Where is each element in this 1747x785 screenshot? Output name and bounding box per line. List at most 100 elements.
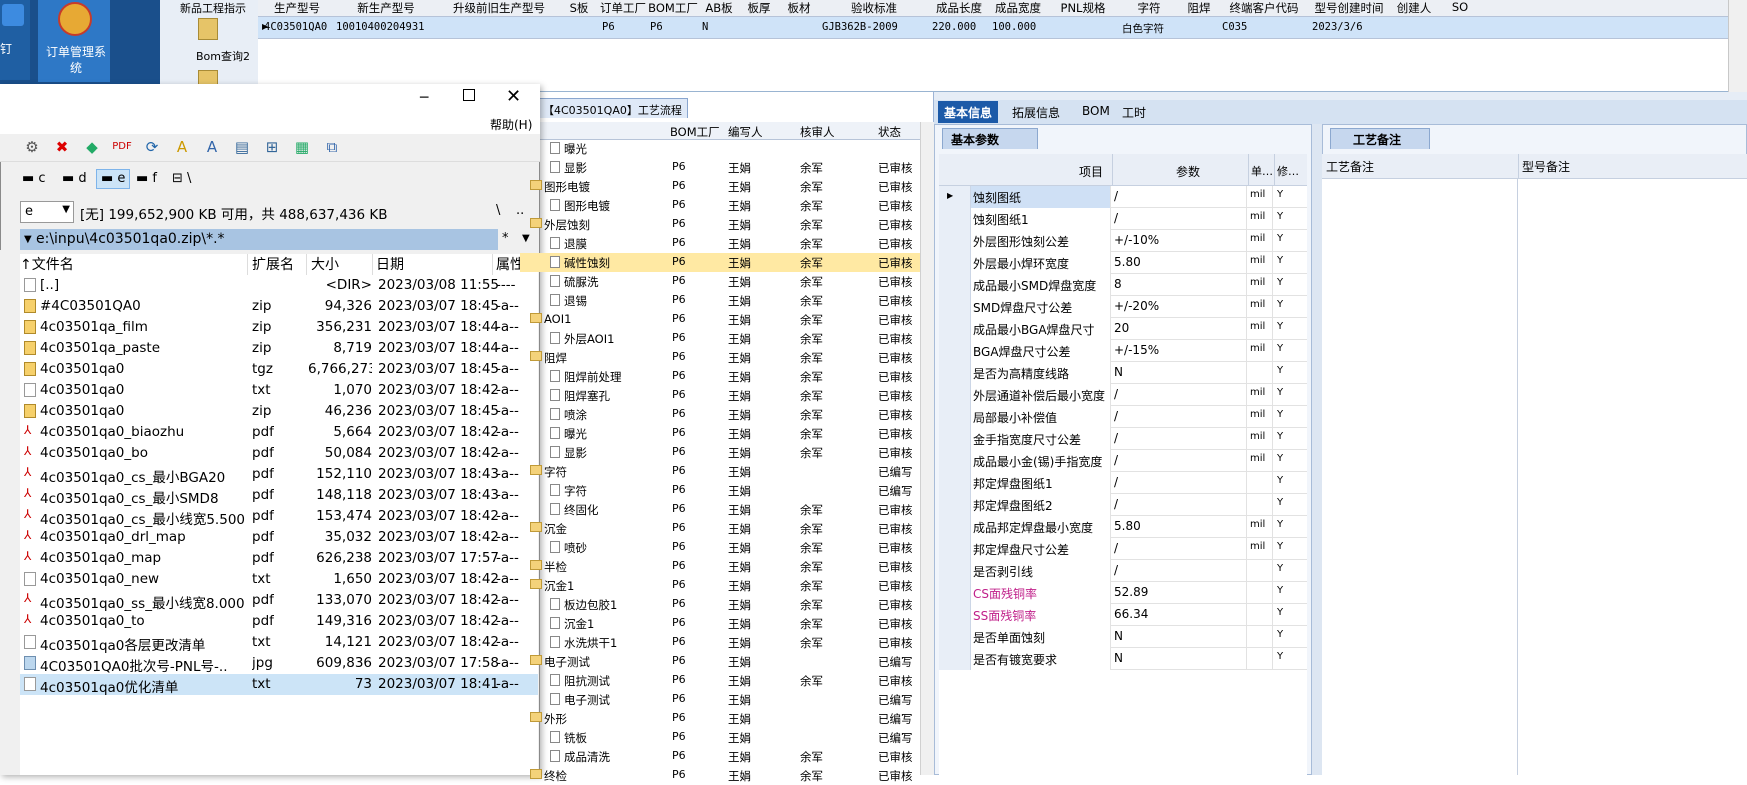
tab-info-3[interactable]: 工时 bbox=[1116, 101, 1152, 123]
process-step[interactable]: 沉金1 P6 王娟 余军 已审核 bbox=[520, 576, 920, 595]
param-value[interactable]: +/-15% bbox=[1112, 340, 1247, 362]
param-value[interactable]: 66.34 bbox=[1112, 604, 1247, 626]
tab-info-0[interactable]: 基本信息 bbox=[938, 101, 999, 123]
param-row[interactable]: 外层图形蚀刻公差 +/-10% mil Y bbox=[939, 230, 1307, 252]
process-step[interactable]: 水洗烘干1 P6 王娟 余军 已审核 bbox=[520, 633, 920, 652]
param-value[interactable]: 8 bbox=[1112, 274, 1247, 296]
param-value[interactable]: / bbox=[1112, 494, 1247, 516]
param-value[interactable]: / bbox=[1112, 538, 1247, 560]
process-flow-scrollbar[interactable] bbox=[920, 122, 934, 775]
param-row[interactable]: 成品最小金(锡)手指宽度 / mil Y bbox=[939, 450, 1307, 472]
process-step[interactable]: 阻焊 P6 王娟 余军 已审核 bbox=[520, 348, 920, 367]
param-row[interactable]: 邦定焊盘图纸1/ Y bbox=[939, 472, 1307, 494]
param-value[interactable]: / bbox=[1112, 384, 1247, 406]
text-icon[interactable]: A bbox=[202, 137, 222, 157]
grid-col-header[interactable]: 终端客户代码 bbox=[1220, 0, 1308, 16]
path-bar[interactable]: e:\inpu\4c03501qa0.zip\*.* bbox=[20, 229, 498, 250]
param-row[interactable]: SS面残铜率 66.34 Y bbox=[939, 604, 1307, 626]
col-size[interactable]: 大小 bbox=[308, 254, 373, 275]
process-step[interactable]: 退膜 P6 王娟 余军 已审核 bbox=[520, 234, 920, 253]
file-row[interactable]: 4c03501qa0 txt 1,070 2023/03/07 18:42 -a-- bbox=[20, 380, 538, 401]
grid-col-header[interactable]: 阻焊 bbox=[1180, 0, 1218, 16]
drive-d[interactable]: ▬ d bbox=[62, 171, 87, 186]
doc-icon[interactable]: ▤ bbox=[232, 137, 252, 157]
process-col-header[interactable]: 状态 bbox=[878, 124, 901, 140]
param-row[interactable]: 局部最小补偿值 / mil Y bbox=[939, 406, 1307, 428]
file-row[interactable]: 4c03501qa_paste zip 8,719 2023/03/07 18:44-… bbox=[20, 338, 538, 359]
param-row[interactable]: CS面残铜率 52.89 Y bbox=[939, 582, 1307, 604]
param-row[interactable]: 外层通道补偿后最小宽度 / mil Y bbox=[939, 384, 1307, 406]
process-step[interactable]: 板边包胶1 P6 王娟 余军 已审核 bbox=[520, 595, 920, 614]
process-step[interactable]: 喷涂 P6 王娟 余军 已审核 bbox=[520, 405, 920, 424]
process-step[interactable]: 终固化 P6 王娟 余军 已审核 bbox=[520, 500, 920, 519]
param-row[interactable]: BGA焊盘尺寸公差 +/-15% mil Y bbox=[939, 340, 1307, 362]
delete-icon[interactable]: ✖ bbox=[52, 137, 72, 157]
process-step[interactable]: 沉金1 P6 王娟 余军 已审核 bbox=[520, 614, 920, 633]
grid-col-header[interactable]: 订单工厂 bbox=[600, 0, 646, 16]
param-row[interactable]: 是否剥引线 / Y bbox=[939, 560, 1307, 582]
file-row[interactable]: ⅄ 4c03501qa0_cs_最小线宽5.500 pdf 153,474 2023/0… bbox=[20, 506, 538, 528]
desktop-icon-order-system[interactable]: 订单管理系统 bbox=[38, 0, 110, 82]
param-value[interactable]: +/-10% bbox=[1112, 230, 1247, 252]
process-step[interactable]: 外层蚀刻 P6 王娟 余军 已审核 bbox=[520, 215, 920, 234]
param-value[interactable]: / bbox=[1112, 450, 1247, 472]
process-step[interactable]: AOI1 P6 王娟 余军 已审核 bbox=[520, 310, 920, 329]
process-step[interactable]: 显影 P6 王娟 余军 已审核 bbox=[520, 443, 920, 462]
process-step[interactable]: 喷砂 P6 王娟 余军 已审核 bbox=[520, 538, 920, 557]
param-row[interactable]: 邦定焊盘图纸2/ Y bbox=[939, 494, 1307, 516]
excel-icon[interactable]: ▦ bbox=[292, 137, 312, 157]
drive-c[interactable]: ▬ c bbox=[22, 171, 46, 186]
desktop-icon-1[interactable]: 钉 bbox=[0, 0, 30, 80]
param-value[interactable]: / bbox=[1112, 428, 1247, 450]
file-row[interactable]: 4C03501QA0批次号-PNL号-.. jpg 609,836 2023/03/0… bbox=[20, 653, 538, 675]
font-icon[interactable]: A bbox=[172, 137, 192, 157]
process-step[interactable]: 阻抗测试 P6 王娟 余军 已审核 bbox=[520, 671, 920, 690]
grid-col-header[interactable]: 板材 bbox=[780, 0, 818, 16]
file-row[interactable]: ⅄ 4c03501qa0_cs_最小SMD8 pdf 148,118 2023/03/0… bbox=[20, 485, 538, 507]
tab-info-1[interactable]: 拓展信息 bbox=[1006, 101, 1066, 123]
file-row[interactable]: 4c03501qa_film zip 356,231 2023/03/07 18:44… bbox=[20, 317, 538, 338]
file-row[interactable]: 4c03501qa0_new txt 1,650 2023/03/07 18:42 -a… bbox=[20, 569, 538, 590]
param-row[interactable]: 外层最小焊环宽度 5.80 mil Y bbox=[939, 252, 1307, 274]
param-value[interactable]: 5.80 bbox=[1112, 516, 1247, 538]
file-row[interactable]: [..] <DIR> 2023/03/08 11:55 ---- bbox=[20, 275, 538, 296]
process-step[interactable]: 沉金 P6 王娟 余军 已审核 bbox=[520, 519, 920, 538]
param-row[interactable]: 金手指宽度尺寸公差 / mil Y bbox=[939, 428, 1307, 450]
col-ext[interactable]: 扩展名 bbox=[250, 254, 307, 275]
file-row[interactable]: ⅄ 4c03501qa0_cs_最小BGA20 pdf 152,110 2023/03/… bbox=[20, 464, 538, 486]
param-value[interactable]: 20 bbox=[1112, 318, 1247, 340]
close-icon[interactable]: ✕ bbox=[506, 86, 521, 107]
param-row[interactable]: 成品最小BGA焊盘尺寸 20 mil Y bbox=[939, 318, 1307, 340]
grid-col-header[interactable]: PNL规格 bbox=[1048, 0, 1118, 16]
path-dropdown-icon[interactable]: ▼ bbox=[24, 234, 32, 245]
process-col-header[interactable]: 编写人 bbox=[728, 124, 763, 140]
process-step[interactable]: 成品清洗 P6 王娟 余军 已审核 bbox=[520, 747, 920, 766]
model-note-area[interactable] bbox=[1518, 179, 1747, 775]
desktop-icon-label[interactable]: 新品工程指示 bbox=[180, 0, 246, 16]
process-step[interactable]: 图形电镀 P6 王娟 余军 已审核 bbox=[520, 177, 920, 196]
process-step[interactable]: 显影 P6 王娟 余军 已审核 bbox=[520, 158, 920, 177]
drive-e[interactable]: ▬ e bbox=[96, 169, 131, 189]
param-row[interactable]: ▶ 蚀刻图纸 / mil Y bbox=[939, 186, 1307, 208]
maximize-icon[interactable] bbox=[463, 89, 475, 101]
process-col-header[interactable]: 核审人 bbox=[800, 124, 835, 140]
param-value[interactable]: 5.80 bbox=[1112, 252, 1247, 274]
file-row[interactable]: #4C03501QA0 zip 94,326 2023/03/07 18:45 -a-- bbox=[20, 296, 538, 317]
gear-icon[interactable]: ⚙ bbox=[22, 137, 42, 157]
drive-network[interactable]: ⊟ \ bbox=[172, 171, 191, 186]
grid-col-header[interactable]: SO bbox=[1440, 0, 1480, 14]
process-step[interactable]: 阻焊前处理 P6 王娟 余军 已审核 bbox=[520, 367, 920, 386]
drive-f[interactable]: ▬ f bbox=[136, 171, 157, 186]
param-row[interactable]: SMD焊盘尺寸公差 +/-20% mil Y bbox=[939, 296, 1307, 318]
grid-col-header[interactable]: 创建人 bbox=[1390, 0, 1438, 16]
grid-col-header[interactable]: 字符 bbox=[1120, 0, 1178, 16]
grid-col-header[interactable]: 升级前旧生产型号 bbox=[440, 0, 558, 16]
cube-icon[interactable]: ◆ bbox=[82, 137, 102, 157]
grid-col-header[interactable]: 型号创建时间 bbox=[1310, 0, 1388, 16]
file-row[interactable]: 4c03501qa0 zip 46,236 2023/03/07 18:45 -a-- bbox=[20, 401, 538, 422]
process-step[interactable]: 铣板 P6 王娟 已编写 bbox=[520, 728, 920, 747]
root-button[interactable]: \ bbox=[496, 203, 500, 218]
process-col-header[interactable]: BOM工厂 bbox=[670, 124, 720, 140]
process-step[interactable]: 终检 P6 王娟 余军 已审核 bbox=[520, 766, 920, 785]
param-value[interactable]: 52.89 bbox=[1112, 582, 1247, 604]
